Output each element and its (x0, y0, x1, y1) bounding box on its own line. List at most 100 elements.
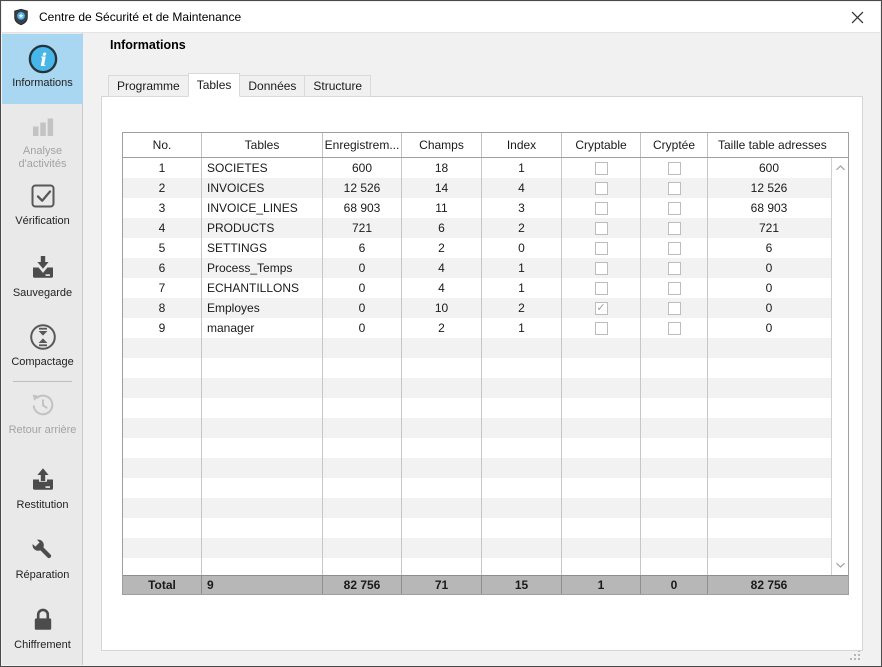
sidebar-item-restitution[interactable]: Restitution (2, 465, 83, 512)
table-row[interactable]: 6Process_Temps0410 (123, 258, 848, 278)
table-row[interactable] (123, 358, 848, 378)
sidebar-item-retour-arriere[interactable]: Retour arrière (2, 390, 83, 437)
vertical-scrollbar[interactable] (831, 158, 848, 575)
cryptable-checkbox[interactable] (595, 302, 608, 315)
cryptable-checkbox[interactable] (595, 162, 608, 175)
table-cell (123, 438, 202, 458)
cryptee-checkbox[interactable] (668, 282, 681, 295)
table-cell (123, 558, 202, 575)
table-cell: 11 (402, 198, 482, 218)
sidebar-item-sauvegarde[interactable]: Sauvegarde (2, 253, 83, 300)
table-cell: 2 (402, 318, 482, 338)
table-row[interactable] (123, 398, 848, 418)
table-cell (482, 458, 562, 478)
tab-donnees[interactable]: Données (239, 75, 305, 97)
close-button[interactable] (834, 2, 880, 33)
sidebar-item-analyse[interactable]: Analyse d'activités (2, 111, 83, 171)
lock-icon (27, 605, 59, 637)
chevron-down-icon[interactable] (832, 557, 848, 573)
table-row[interactable]: 2INVOICES12 52614412 526 (123, 178, 848, 198)
activity-bars-icon (27, 111, 59, 143)
table-cell (123, 518, 202, 538)
cryptee-checkbox[interactable] (668, 242, 681, 255)
sidebar-item-compactage[interactable]: Compactage (2, 322, 83, 369)
table-cell (708, 558, 848, 575)
chevron-up-icon[interactable] (832, 160, 848, 176)
cryptee-checkbox[interactable] (668, 162, 681, 175)
cryptee-checkbox[interactable] (668, 222, 681, 235)
cryptable-checkbox[interactable] (595, 182, 608, 195)
table-row[interactable] (123, 538, 848, 558)
table-row[interactable] (123, 338, 848, 358)
table-row[interactable]: 1SOCIETES600181600 (123, 158, 848, 178)
table-cell: 2 (482, 298, 562, 318)
table-row[interactable] (123, 378, 848, 398)
table-row[interactable] (123, 518, 848, 538)
table-cell: 68 903 (708, 198, 848, 218)
cryptee-checkbox[interactable] (668, 262, 681, 275)
table-cell (641, 418, 708, 438)
column-header-tables[interactable]: Tables (202, 133, 323, 157)
table-row[interactable]: 7ECHANTILLONS0410 (123, 278, 848, 298)
table-cell: 1 (482, 318, 562, 338)
table-row[interactable]: 3INVOICE_LINES68 90311368 903 (123, 198, 848, 218)
table-cell: 4 (402, 258, 482, 278)
sidebar-item-label: Analyse d'activités (2, 145, 83, 171)
table-row[interactable] (123, 558, 848, 575)
cryptee-checkbox[interactable] (668, 322, 681, 335)
table-cell (123, 398, 202, 418)
table-cell (562, 378, 641, 398)
column-header-no[interactable]: No. (123, 133, 202, 157)
table-cell (402, 458, 482, 478)
check-square-icon (27, 181, 59, 213)
tab-structure[interactable]: Structure (304, 75, 371, 97)
table-row[interactable]: 5SETTINGS6206 (123, 238, 848, 258)
table-cell (562, 338, 641, 358)
column-header-taille[interactable]: Taille table adresses (708, 133, 848, 157)
table-cell: 1 (482, 258, 562, 278)
table-row[interactable]: 9manager0210 (123, 318, 848, 338)
table-cell (641, 178, 708, 198)
cryptee-checkbox[interactable] (668, 302, 681, 315)
sidebar-item-reparation[interactable]: Réparation (2, 535, 83, 582)
sidebar-item-informations[interactable]: i Informations (2, 34, 83, 104)
cryptee-checkbox[interactable] (668, 182, 681, 195)
table-cell (402, 478, 482, 498)
cryptable-checkbox[interactable] (595, 242, 608, 255)
table-cell (562, 418, 641, 438)
table-row[interactable]: 4PRODUCTS72162721 (123, 218, 848, 238)
table-cell: 1 (123, 158, 202, 178)
table-cell (641, 218, 708, 238)
table-row[interactable] (123, 498, 848, 518)
column-header-index[interactable]: Index (482, 133, 562, 157)
cryptable-checkbox[interactable] (595, 322, 608, 335)
column-header-cryptable[interactable]: Cryptable (562, 133, 641, 157)
column-header-cryptee[interactable]: Cryptée (641, 133, 708, 157)
sidebar-item-verification[interactable]: Vérification (2, 181, 83, 228)
table-cell (123, 338, 202, 358)
tab-tables[interactable]: Tables (188, 73, 241, 97)
table-cell (562, 398, 641, 418)
column-header-champs[interactable]: Champs (402, 133, 482, 157)
cryptable-checkbox[interactable] (595, 262, 608, 275)
cryptable-checkbox[interactable] (595, 222, 608, 235)
table-cell: 6 (323, 238, 402, 258)
table-row[interactable]: 8Employes01020 (123, 298, 848, 318)
sidebar-item-label: Réparation (2, 569, 83, 582)
table-row[interactable] (123, 478, 848, 498)
table-cell (641, 358, 708, 378)
table-row[interactable] (123, 418, 848, 438)
table-row[interactable] (123, 458, 848, 478)
table-cell (482, 418, 562, 438)
sidebar-item-chiffrement[interactable]: Chiffrement (2, 605, 83, 652)
resize-grip[interactable] (850, 650, 860, 660)
table-cell: 600 (708, 158, 848, 178)
cryptable-checkbox[interactable] (595, 282, 608, 295)
cryptee-checkbox[interactable] (668, 202, 681, 215)
tab-programme[interactable]: Programme (108, 75, 189, 97)
table-cell (323, 558, 402, 575)
column-header-enregistrements[interactable]: Enregistrem... (323, 133, 402, 157)
cryptable-checkbox[interactable] (595, 202, 608, 215)
history-clock-icon (27, 390, 59, 422)
table-row[interactable] (123, 438, 848, 458)
